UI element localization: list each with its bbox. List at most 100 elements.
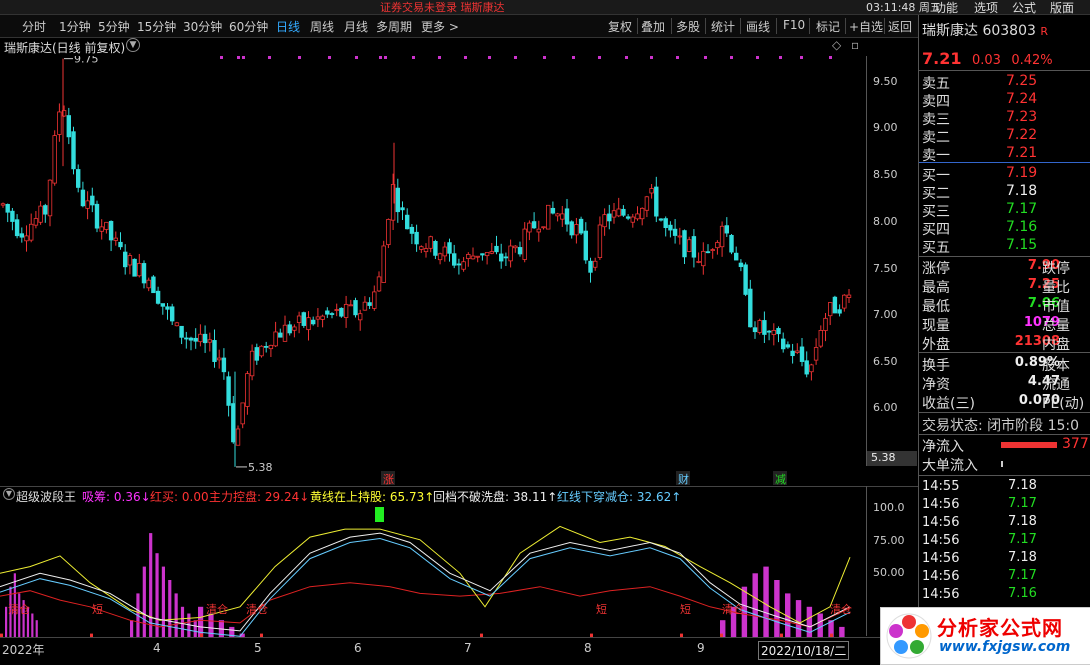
chart-title[interactable]: 瑞斯康达(日线 前复权): [4, 39, 125, 56]
period-tab-multi[interactable]: 多周期: [376, 18, 412, 35]
candle-body: [498, 253, 504, 262]
signal-dot: [730, 56, 733, 59]
period-tab-daily[interactable]: 日线: [276, 18, 300, 35]
period-toolbar: 分时 1分钟 5分钟 15分钟 30分钟 60分钟 日线 周线 月线 多周期 更…: [0, 15, 918, 38]
signal-dot: [625, 56, 628, 59]
period-tab-5min[interactable]: 5分钟: [98, 18, 130, 35]
event-marker-rise[interactable]: 涨: [381, 471, 395, 486]
period-tab-15min[interactable]: 15分钟: [137, 18, 176, 35]
ask-row[interactable]: 卖二 7.22: [922, 127, 1037, 147]
candle-body: [329, 313, 335, 315]
period-tab-timeshare[interactable]: 分时: [22, 18, 46, 35]
signal-dot: [488, 56, 491, 59]
period-tab-monthly[interactable]: 月线: [344, 18, 368, 35]
chevron-down-icon[interactable]: ▼: [126, 38, 140, 52]
toolbar-adjust-button[interactable]: 复权: [608, 18, 632, 35]
indicator-signal-text: 清仓: [206, 602, 228, 616]
toolbar-overlay-button[interactable]: 叠加: [641, 18, 665, 35]
period-tab-weekly[interactable]: 周线: [310, 18, 334, 35]
bid-row[interactable]: 买五 7.15: [922, 237, 1037, 257]
menu-layout[interactable]: 版面: [1050, 0, 1074, 16]
period-tab-more[interactable]: 更多 >: [421, 18, 459, 35]
price-tick: 6.00: [873, 401, 898, 414]
indicator-item-red-cross: 红线下穿减仓: 32.62↑: [557, 490, 682, 504]
current-price-box: 5.38: [867, 451, 917, 466]
candle-body: [47, 179, 53, 217]
signal-dot: [298, 56, 301, 59]
candle-body: [292, 326, 297, 331]
candle-body: [362, 301, 368, 311]
candle-body: [527, 222, 532, 233]
period-tab-30min[interactable]: 30分钟: [183, 18, 222, 35]
bid-row[interactable]: 买三 7.17: [922, 201, 1037, 221]
candle-body: [508, 245, 513, 262]
stat-row: 外盘 21308 内盘: [922, 334, 1090, 354]
candle-body: [249, 350, 255, 377]
toolbar-back-button[interactable]: 返回: [888, 18, 912, 35]
histogram-bar: [774, 580, 780, 637]
indicator-item-pullback: 回档不破洗盘: 38.11↑: [433, 490, 558, 504]
svg-text:涨: 涨: [383, 473, 394, 486]
period-tab-60min[interactable]: 60分钟: [229, 18, 268, 35]
candle-body: [141, 263, 147, 284]
candle-body: [762, 320, 767, 335]
candle-body: [325, 310, 330, 315]
candle-body: [649, 188, 654, 194]
period-tab-1min[interactable]: 1分钟: [59, 18, 91, 35]
signal-dot: [704, 56, 707, 59]
candle-body: [367, 302, 372, 306]
candle-body: [414, 231, 419, 245]
chevron-down-icon[interactable]: ▼: [3, 488, 15, 500]
candle-body: [278, 332, 283, 338]
event-marker-reduce[interactable]: 减: [773, 471, 787, 486]
candlestick-chart[interactable]: 9.75 5.38 涨 财 减: [0, 56, 866, 486]
date-tick: 4: [153, 641, 161, 655]
tick-price: 7.17: [1008, 532, 1037, 547]
window-title: 证券交易未登录 瑞斯康达: [380, 1, 505, 14]
candle-body: [343, 303, 349, 318]
ask-label: 卖五: [922, 76, 950, 92]
ask-row[interactable]: 卖五 7.25: [922, 73, 1037, 93]
candle-body: [24, 235, 29, 242]
toolbar-f10-button[interactable]: F10: [783, 18, 805, 32]
price-change: 0.03: [971, 53, 1001, 68]
candle-body: [226, 376, 231, 406]
bid-row[interactable]: 买四 7.16: [922, 219, 1037, 239]
candle-body: [339, 307, 344, 317]
signal-dot: [220, 56, 223, 59]
candle-body: [348, 304, 353, 307]
signal-dot: [598, 56, 601, 59]
candle-body: [640, 207, 645, 220]
candle-body: [555, 213, 560, 217]
event-marker-finance[interactable]: 财: [676, 471, 690, 486]
menu-options[interactable]: 选项: [974, 0, 998, 16]
price-tick: 8.00: [873, 215, 898, 228]
tick-price: 7.17: [1008, 568, 1037, 583]
window-toggle-icon[interactable]: ▫: [851, 38, 859, 52]
toolbar-add-watchlist-button[interactable]: +自选: [849, 18, 883, 35]
candle-body: [541, 226, 546, 229]
candle-body: [484, 252, 490, 257]
ask-row[interactable]: 卖四 7.24: [922, 91, 1037, 111]
big-inflow-label: 大单流入: [922, 458, 978, 474]
bid-row[interactable]: 买二 7.18: [922, 183, 1037, 203]
toolbar-multistock-button[interactable]: 多股: [676, 18, 700, 35]
candle-body: [489, 251, 494, 254]
menu-formula[interactable]: 公式: [1012, 0, 1036, 16]
indicator-chart[interactable]: 清仓 短 清仓 清仓 短 短 清仓 清仓: [0, 505, 866, 637]
candle-body: [43, 205, 48, 215]
menu-function[interactable]: 功能: [934, 0, 958, 16]
toolbar-mark-button[interactable]: 标记: [816, 18, 840, 35]
candle-body: [151, 276, 156, 294]
histogram-bar: [180, 606, 185, 637]
net-inflow-bar: [1001, 442, 1057, 448]
toolbar-stats-button[interactable]: 统计: [711, 18, 735, 35]
bid-row[interactable]: 买一 7.19: [922, 165, 1037, 185]
toolbar-separator: [809, 18, 810, 34]
ask-row[interactable]: 卖三 7.23: [922, 109, 1037, 129]
stat-row: 最高 7.25 量比: [922, 277, 1090, 297]
indicator-name[interactable]: 超级波段王: [16, 488, 76, 505]
candle-body: [578, 218, 584, 234]
diamond-icon[interactable]: ◇: [832, 38, 841, 52]
toolbar-draw-button[interactable]: 画线: [746, 18, 770, 35]
